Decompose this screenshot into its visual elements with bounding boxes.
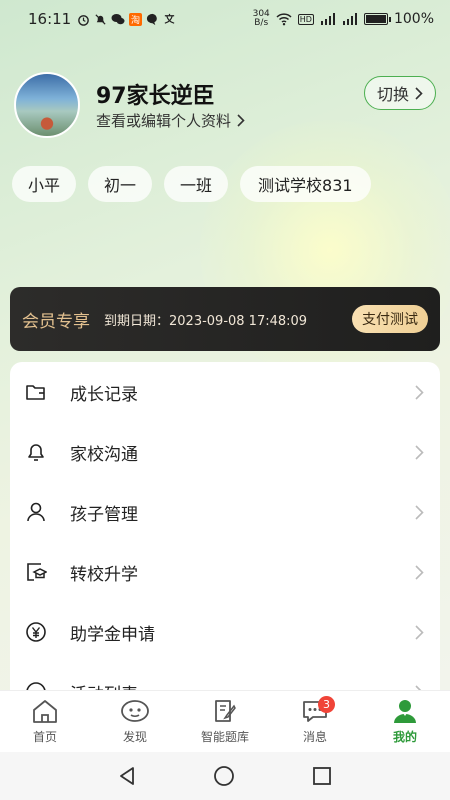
wifi-icon [276, 12, 292, 25]
status-time: 16:11 [28, 10, 72, 28]
menu-label: 家校沟通 [70, 444, 138, 465]
pay-test-button[interactable]: 支付测试 [352, 305, 428, 333]
switch-button[interactable]: 切换 [363, 76, 436, 110]
user-name: 97家长逆臣 [96, 84, 215, 109]
battery-percent: 100% [393, 11, 434, 27]
switch-label: 切换 [376, 85, 409, 104]
battery-icon [363, 13, 391, 25]
wechat-icon [111, 13, 125, 24]
chevron-right-icon [415, 86, 423, 100]
message-badge: 3 [318, 696, 335, 713]
net-speed-unit: B/s [254, 18, 269, 28]
student-info-chips: 小平 初一 一班 测试学校831 [12, 166, 442, 202]
nav-label: 首页 [32, 730, 57, 744]
chevron-right-icon [415, 564, 424, 580]
recents-square-icon[interactable] [312, 766, 332, 786]
translate-icon [164, 13, 175, 24]
home-icon [33, 700, 57, 723]
chevron-right-icon [415, 384, 424, 400]
chip-grade: 初一 [88, 166, 153, 202]
avatar[interactable] [14, 72, 80, 138]
alarm-icon [78, 14, 90, 26]
taobao-icon: 淘 [129, 12, 143, 26]
nav-label: 我的 [392, 730, 417, 744]
nav-discover[interactable]: 发现 [90, 691, 180, 752]
chevron-right-icon [415, 624, 424, 640]
mute-bell-icon [95, 13, 106, 25]
menu-label: 孩子管理 [70, 504, 138, 525]
system-nav-bar [0, 752, 450, 800]
chevron-right-icon [415, 444, 424, 460]
chevron-right-icon [415, 504, 424, 520]
nav-messages[interactable]: 3 消息 [270, 691, 360, 752]
nav-label: 消息 [302, 730, 327, 744]
signal-icon-2 [342, 13, 357, 25]
bottom-nav: 首页 发现 智能题库 3 消息 我的 [0, 690, 450, 752]
menu-item-child-management[interactable]: 孩子管理 [10, 482, 440, 542]
membership-banner[interactable]: 会员专享 到期日期：2023-09-08 17:48:09 支付测试 [10, 287, 440, 351]
nav-profile[interactable]: 我的 [360, 691, 450, 752]
status-bar: 16:11 淘 304 B/s HD 100% [0, 0, 450, 38]
hd-badge: HD [297, 13, 314, 25]
chip-student-name: 小平 [12, 166, 77, 202]
nav-question-bank[interactable]: 智能题库 [180, 691, 270, 752]
signal-icon-1 [320, 13, 335, 25]
menu-item-transfer-school[interactable]: 转校升学 [10, 542, 440, 602]
school-transfer-icon [24, 560, 48, 584]
home-circle-icon[interactable] [213, 765, 235, 787]
chip-class: 一班 [164, 166, 229, 202]
notification-icons: 淘 [77, 12, 176, 26]
menu-item-grant-application[interactable]: 助学金申请 [10, 602, 440, 662]
svg-text:淘: 淘 [131, 14, 140, 26]
menu-label: 助学金申请 [70, 624, 155, 645]
profile-icon [394, 700, 416, 723]
yen-icon [24, 620, 48, 644]
menu-item-home-school[interactable]: 家校沟通 [10, 422, 440, 482]
net-speed: 304 B/s [253, 10, 270, 28]
chevron-right-icon [237, 114, 245, 127]
bell-icon [24, 440, 48, 464]
menu-label: 成长记录 [70, 384, 138, 405]
nav-home[interactable]: 首页 [0, 691, 90, 752]
menu-list: 成长记录 家校沟通 孩子管理 转校升学 助学金申请 活动列表 [10, 362, 440, 702]
edit-profile-link[interactable]: 查看或编辑个人资料 [96, 110, 245, 131]
menu-label: 转校升学 [70, 564, 138, 585]
nav-label: 发现 [122, 730, 147, 744]
chat-bubble-icon [147, 13, 158, 25]
question-bank-icon [215, 700, 236, 722]
menu-item-growth-record[interactable]: 成长记录 [10, 362, 440, 422]
membership-expiry: 到期日期：2023-09-08 17:48:09 [104, 313, 308, 329]
person-icon [24, 500, 48, 524]
folder-icon [24, 380, 48, 404]
nav-label: 智能题库 [200, 730, 249, 744]
back-triangle-icon[interactable] [118, 766, 136, 786]
chip-school: 测试学校831 [240, 166, 371, 202]
status-right: 304 B/s HD 100% [253, 10, 434, 28]
edit-profile-label: 查看或编辑个人资料 [96, 112, 232, 130]
membership-title: 会员专享 [22, 311, 90, 332]
discover-icon [121, 700, 149, 722]
